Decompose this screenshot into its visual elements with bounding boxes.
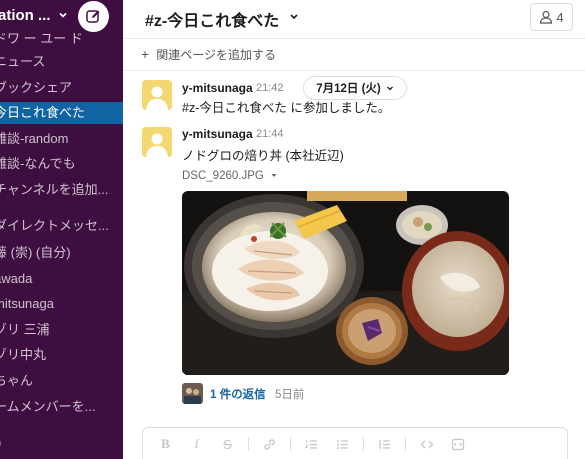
member-count: 4 <box>556 9 564 25</box>
sidebar-item-add-team-member[interactable]: ームメンバーを... <box>0 396 123 418</box>
divider <box>123 38 585 39</box>
food-photo[interactable] <box>182 191 509 375</box>
divider <box>248 437 249 451</box>
sidebar-item-direct-messages[interactable]: ダイレクトメッセ... <box>0 215 123 237</box>
sidebar-item-anything[interactable]: 雑談-なんでも <box>0 153 123 175</box>
sidebar-item-section-header[interactable]: ドワ ー ユー ド <box>0 28 123 50</box>
message-author[interactable]: y-mitsunaga <box>182 81 253 95</box>
sidebar-item-dm-self[interactable]: 藤 (崇) (自分) <box>0 242 123 264</box>
link-icon[interactable] <box>259 434 280 454</box>
workspace-name[interactable]: ation ... <box>0 7 51 24</box>
add-related-page-link[interactable]: + 関連ページを追加する <box>141 46 276 63</box>
code-block-icon[interactable] <box>447 434 468 454</box>
plus-icon: + <box>141 46 150 62</box>
reply-avatar[interactable] <box>182 383 203 404</box>
message-composer[interactable]: B I S <box>142 427 568 459</box>
divider <box>405 437 406 451</box>
sidebar-item-apps[interactable]: p <box>0 432 123 454</box>
sidebar: ation ... ドワ ー ユー ド ニュース ブックシェア 今日これ食べた … <box>0 0 123 459</box>
avatar[interactable] <box>142 80 172 110</box>
bold-icon[interactable]: B <box>155 434 176 454</box>
divider <box>290 437 291 451</box>
strike-icon[interactable]: S <box>217 434 238 454</box>
thread-last-reply: 5日前 <box>275 389 305 401</box>
sidebar-item-today-ate[interactable]: 今日これ食べた <box>0 102 123 124</box>
message-author[interactable]: y-mitsunaga <box>182 127 253 141</box>
sidebar-item-bookshare[interactable]: ブックシェア <box>0 77 123 99</box>
chevron-down-icon[interactable] <box>288 11 300 23</box>
sidebar-item-random[interactable]: 雑談-random <box>0 128 123 150</box>
formatting-toolbar: B I S <box>143 428 478 459</box>
caret-down-icon <box>271 174 277 177</box>
default-avatar-icon <box>142 80 172 110</box>
sidebar-item-news[interactable]: ニュース <box>0 51 123 73</box>
person-icon <box>540 10 553 24</box>
members-button[interactable]: 4 <box>530 3 573 31</box>
thread-reply-count[interactable]: 1 件の返信 <box>210 386 266 402</box>
sidebar-item-dm-mitsunaga[interactable]: mitsunaga <box>0 293 123 315</box>
italic-icon[interactable]: I <box>186 434 207 454</box>
date-divider[interactable]: 7月12日 (火) <box>303 76 407 100</box>
message-time[interactable]: 21:44 <box>256 128 284 140</box>
channel-view: #z-今日これ食べた 4 + 関連ページを追加する y-mitsunaga 21:… <box>123 0 585 459</box>
ordered-list-icon[interactable] <box>301 434 322 454</box>
sidebar-item-dm-awada[interactable]: awada <box>0 268 123 290</box>
avatar[interactable] <box>142 127 172 157</box>
chevron-down-icon <box>386 86 393 91</box>
user-photo-icon <box>182 383 203 404</box>
bullet-list-icon[interactable] <box>332 434 353 454</box>
chevron-down-icon[interactable] <box>57 9 69 21</box>
sidebar-item-add-channel[interactable]: チャンネルを追加... <box>0 179 123 201</box>
message-time[interactable]: 21:42 <box>256 82 284 94</box>
code-icon[interactable] <box>416 434 437 454</box>
default-avatar-icon <box>142 127 172 157</box>
channel-title[interactable]: #z-今日これ食べた <box>145 7 279 31</box>
sidebar-item-dm-nakamaru[interactable]: ゾリ中丸 <box>0 344 123 366</box>
sidebar-item-dm-miura[interactable]: ゾリ 三浦 <box>0 319 123 341</box>
blockquote-icon[interactable] <box>374 434 395 454</box>
message-text: ノドグロの焙り丼 (本社近辺) <box>182 149 344 163</box>
sidebar-item-dm-chan[interactable]: ちゃん <box>0 370 123 392</box>
divider <box>123 70 585 71</box>
attachment-filename[interactable]: DSC_9260.JPG <box>182 170 278 182</box>
divider <box>363 437 364 451</box>
compose-icon <box>86 10 100 23</box>
donburi-image <box>182 191 509 375</box>
